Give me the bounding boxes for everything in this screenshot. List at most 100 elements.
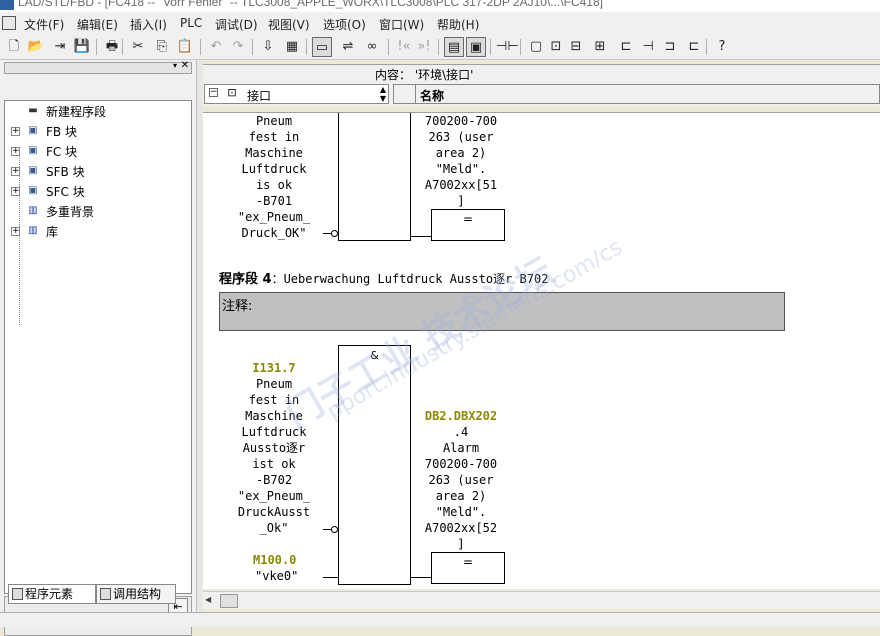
- menu-help[interactable]: 帮助(H): [437, 16, 479, 33]
- branch-close-icon[interactable]: ⊐: [660, 37, 680, 57]
- network3-coil-box[interactable]: =: [431, 209, 505, 241]
- panel-splitter[interactable]: [196, 60, 202, 627]
- network4-number: 程序段 4: [219, 272, 272, 287]
- operand-line: Maschine: [245, 409, 303, 423]
- operand-line: "ex_Pneum_: [237, 489, 311, 503]
- operand-line: -B701: [255, 194, 293, 208]
- operand-line: Luftdruck: [241, 162, 307, 176]
- expand-icon[interactable]: +: [11, 187, 20, 196]
- download-icon[interactable]: ⇩: [258, 37, 278, 57]
- network4-coil-box[interactable]: =: [431, 552, 505, 584]
- paste-icon[interactable]: 📋: [175, 37, 195, 57]
- network4-and-box[interactable]: &: [338, 345, 411, 585]
- overview-icon[interactable]: ▤: [444, 37, 464, 57]
- operand-line: is ok: [255, 178, 293, 192]
- window-title: LAD/STL/FBD - [FC418 -- "Vorr Fehler" --…: [18, 0, 603, 9]
- box4-icon[interactable]: ⊞: [590, 37, 610, 57]
- tab-label: 调用结构: [113, 587, 162, 601]
- tab-call-structure[interactable]: 调用结构: [96, 584, 176, 604]
- expand-icon[interactable]: +: [11, 127, 20, 136]
- operand-line: Luftdruck: [241, 425, 307, 439]
- operand-line: A7002xx[52: [424, 521, 498, 535]
- network-icon[interactable]: ⇌: [338, 37, 358, 57]
- collapse-icon[interactable]: −: [209, 88, 218, 97]
- expand-icon[interactable]: +: [11, 227, 20, 236]
- box-icon[interactable]: ▢: [526, 37, 546, 57]
- operand-line: 263 (user: [428, 130, 494, 144]
- tree-item-label: SFB 块: [46, 165, 85, 179]
- operand-line: Alarm: [442, 441, 480, 455]
- and-label: &: [370, 349, 379, 362]
- cut-icon[interactable]: ✂: [128, 37, 148, 57]
- redo-icon[interactable]: ↷: [228, 37, 248, 57]
- branch-open-icon[interactable]: ⊏: [616, 37, 636, 57]
- menu-insert[interactable]: 插入(I): [130, 16, 167, 33]
- menu-debug[interactable]: 调试(D): [215, 16, 258, 33]
- menu-window[interactable]: 窗口(W): [379, 16, 424, 33]
- document-icon[interactable]: [2, 16, 16, 30]
- expand-icon[interactable]: +: [11, 147, 20, 156]
- horizontal-scrollbar[interactable]: ◀: [203, 591, 880, 609]
- operand-line: -B702: [255, 473, 293, 487]
- toolbar-separator: [490, 39, 491, 55]
- comment-label: 注释:: [222, 299, 253, 314]
- network3-negation: [331, 230, 338, 237]
- nc-contact-icon[interactable]: ⊣⊢: [496, 37, 519, 57]
- close-icon[interactable]: ✕: [181, 60, 189, 71]
- monitor-icon[interactable]: ▭: [312, 37, 332, 57]
- menu-options[interactable]: 选项(O): [323, 16, 366, 33]
- network3-and-box[interactable]: [338, 113, 411, 241]
- network4-input-address: I131.7: [252, 361, 296, 375]
- spinner-icon[interactable]: ▲ ▼: [380, 85, 386, 103]
- details-icon[interactable]: ▣: [466, 37, 486, 57]
- undo-icon[interactable]: ↶: [206, 37, 226, 57]
- block-icon: ▥: [28, 225, 38, 236]
- network4-output-wire: [411, 577, 431, 578]
- help-icon[interactable]: ?: [712, 37, 732, 57]
- network4-title: 程序段 4：Ueberwachung Luftdruck Aussto逐r B7…: [219, 268, 548, 287]
- glasses-icon[interactable]: ∞: [362, 37, 382, 57]
- jump-next-icon[interactable]: »!: [414, 37, 434, 57]
- toolbar-separator: [520, 39, 521, 55]
- open-icon[interactable]: 📂: [26, 37, 46, 57]
- network4-second-symbol: "vke0": [255, 569, 299, 583]
- scroll-thumb[interactable]: [220, 594, 238, 608]
- block-icon: ▬: [28, 105, 38, 116]
- print-icon[interactable]: 🖶: [102, 37, 122, 57]
- toolbar-separator: [306, 39, 307, 55]
- content-label: 内容： '环境\接口': [375, 68, 474, 82]
- menu-file[interactable]: 文件(F): [24, 16, 64, 33]
- box3-icon[interactable]: ⊟: [566, 37, 586, 57]
- ladder-editor[interactable]: Pneum fest in Maschine Luftdruck is ok -B701 "…: [203, 112, 880, 589]
- jump-icon[interactable]: !«: [394, 37, 414, 57]
- operand-line: area 2): [435, 146, 487, 160]
- column-name-header[interactable]: 名称: [420, 87, 444, 104]
- branch-icon[interactable]: ⊣: [638, 37, 658, 57]
- element-tree: ▬ 新建程序段 + ▣ FB 块 + ▣ FC 块 + ▣ SFB 块 + ▣ SFC 块 ▥ 多重背景 + ▥ 库: [4, 100, 192, 594]
- block-icon: ▥: [28, 205, 38, 216]
- interface-combo[interactable]: − ⊡ 接口 ▲ ▼: [204, 84, 389, 104]
- network4-comment[interactable]: 注释:: [219, 292, 785, 331]
- online-icon[interactable]: ▦: [282, 37, 302, 57]
- operand-line: _Ok": [259, 521, 289, 535]
- menu-plc[interactable]: PLC: [180, 16, 202, 30]
- copy-icon[interactable]: ⎘: [152, 37, 172, 57]
- operand-line: 700200-700: [424, 457, 498, 471]
- box2-icon[interactable]: ⊡: [546, 37, 566, 57]
- operand-line: DruckAusst: [237, 505, 311, 519]
- expand-icon[interactable]: +: [11, 167, 20, 176]
- toolbar-separator: [122, 39, 123, 55]
- network4-title-text: ：Ueberwachung Luftdruck Aussto逐r B702: [271, 272, 549, 286]
- panel-menu-icon[interactable]: ▾: [173, 61, 177, 70]
- operand-line: Maschine: [245, 146, 303, 160]
- tab-program-elements[interactable]: 程序元素: [8, 584, 96, 604]
- scroll-left-icon[interactable]: ◀: [205, 595, 211, 604]
- block-icon: ▣: [28, 145, 38, 156]
- accessible-icon[interactable]: ⇥: [50, 37, 70, 57]
- operand-line: "Meld".: [435, 162, 487, 176]
- contact-icon[interactable]: ⊏: [684, 37, 704, 57]
- menu-view[interactable]: 视图(V): [268, 16, 310, 33]
- save-icon[interactable]: 💾: [72, 37, 92, 57]
- menu-edit[interactable]: 编辑(E): [77, 16, 118, 33]
- new-icon[interactable]: 🗋: [4, 37, 24, 57]
